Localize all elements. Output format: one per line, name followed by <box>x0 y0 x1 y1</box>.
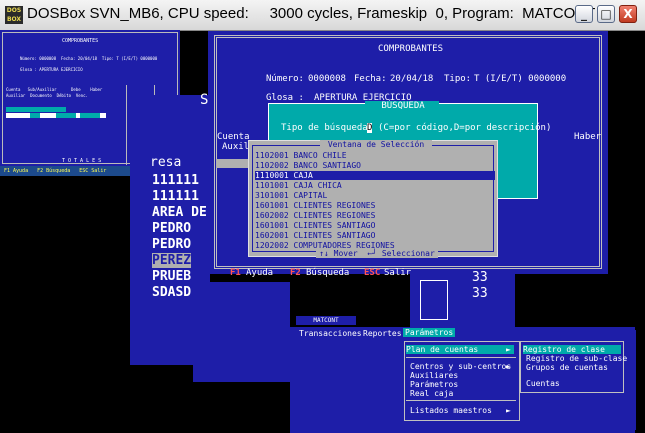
menu-window-edge <box>632 330 636 430</box>
busqueda-prompt: Tipo de búsqueda: <box>281 123 374 133</box>
list-item[interactable]: PRUEB <box>152 269 191 284</box>
submenu-auxiliares[interactable]: Auxiliares <box>410 371 458 380</box>
seleccion-row-selected[interactable]: 1110001 CAJA <box>255 171 495 180</box>
menu-bar: Transacciones Reportes Parámetros <box>295 328 625 338</box>
fecha-label: Fecha: <box>354 74 387 84</box>
submenu-divider <box>406 357 516 358</box>
list-item-selected[interactable]: PEREZ <box>152 253 192 268</box>
f2-key: F2 <box>290 268 301 278</box>
small-window-title: COMPROBANTES <box>62 38 99 44</box>
close-button[interactable]: X <box>619 5 637 23</box>
f2-label[interactable]: Búsqueda <box>306 268 349 278</box>
auxil-column-label: Auxil <box>222 142 250 152</box>
haber-column-label: Haber <box>574 132 602 142</box>
small-window-header-line: Número: 0000008 Fecha: 20/04/18 Tipo: T … <box>20 56 158 61</box>
menu-transacciones[interactable]: Transacciones <box>299 329 362 338</box>
submenu-plan-de-cuentas[interactable]: Plan de cuentas <box>406 345 514 354</box>
seleccion-row[interactable]: 1601001 CLIENTES SANTIAGO <box>255 221 495 230</box>
submenu2-grupos[interactable]: Grupos de cuentas <box>526 363 608 372</box>
list-item[interactable]: 111111 <box>152 173 199 188</box>
list-item[interactable]: PEDRO <box>152 237 191 252</box>
window-title: DOSBox SVN_MB6, CPU speed: 3000 cycles, … <box>27 5 596 22</box>
submenu2-cuentas[interactable]: Cuentas <box>526 379 560 388</box>
submenu-arrow-icon: ► <box>506 362 511 371</box>
list-item[interactable]: SDASD <box>152 285 191 300</box>
submenu2-registro-subclase[interactable]: Registro de sub-clase <box>526 354 627 363</box>
small-window-col-headers: Cuenta Sub/Auxiliar Debe Haber <box>6 87 103 92</box>
maximize-button[interactable]: □ <box>597 5 615 23</box>
seleccion-row[interactable]: 1102002 BANCO SANTIAGO <box>255 161 495 170</box>
submenu-arrow-icon: ► <box>506 345 511 354</box>
fecha-value[interactable]: 20/04/18 <box>390 74 433 84</box>
small-window-divider <box>126 85 127 165</box>
numero-label: Número: <box>266 74 304 84</box>
small-window-footer: F1 Ayuda F2 Búsqueda ESC Salir <box>4 168 107 174</box>
seleccion-title: Ventana de Selección <box>320 140 432 149</box>
background-panel <box>193 282 290 382</box>
submenu-real-caja[interactable]: Real caja <box>410 389 453 398</box>
tipo-value[interactable]: T (I/E/T) 0000000 <box>474 74 566 84</box>
f1-key: F1 <box>230 268 241 278</box>
submenu-listados[interactable]: Listados maestros <box>410 406 492 415</box>
list-item[interactable]: AREA DE <box>152 205 207 220</box>
number-value: 33 <box>472 270 488 285</box>
small-window-cursor-cell <box>30 113 40 118</box>
busqueda-hint: (C=por código,D=por descripción) <box>378 123 552 133</box>
small-window-totals: T O T A L E S <box>62 158 102 164</box>
mini-box <box>420 280 448 320</box>
esc-label[interactable]: Salir <box>384 268 411 278</box>
busqueda-title: BÚSQUEDA <box>381 101 425 111</box>
list-partial-label: resa <box>150 155 182 170</box>
submenu-arrow-icon: ► <box>506 406 511 415</box>
list-item[interactable]: 111111 <box>152 189 199 204</box>
small-window-cell <box>80 113 100 118</box>
menu-parametros[interactable]: Parámetros <box>403 328 456 337</box>
seleccion-row[interactable]: 1601001 CLIENTES REGIONES <box>255 201 495 210</box>
comprobantes-title: COMPROBANTES <box>378 44 444 54</box>
submenu-divider <box>406 400 516 401</box>
busqueda-type-input[interactable]: D <box>367 123 373 133</box>
esc-key: ESC <box>364 268 381 278</box>
submenu2-registro-clase[interactable]: Registro de clase <box>523 345 621 354</box>
seleccion-row[interactable]: 3101001 CAPITAL <box>255 191 495 200</box>
menu-reportes[interactable]: Reportes <box>363 329 402 338</box>
list-item[interactable]: PEDRO <box>152 221 191 236</box>
minimize-button[interactable]: _ <box>575 5 593 23</box>
seleccion-row[interactable]: 1102001 BANCO CHILE <box>255 151 495 160</box>
small-window-glosa: Glosa : APERTURA EJERCICIO <box>20 67 83 72</box>
menu-badge: MATCONT <box>296 316 356 325</box>
number-value: 33 <box>472 286 488 301</box>
f1-label[interactable]: Ayuda <box>246 268 273 278</box>
submenu-parametros[interactable]: Parámetros <box>410 380 458 389</box>
window-title-bar: DOS BOX DOSBox SVN_MB6, CPU speed: 3000 … <box>0 0 645 31</box>
small-window-active-row[interactable] <box>6 107 66 112</box>
seleccion-row[interactable]: 1602001 CLIENTES SANTIAGO <box>255 231 495 240</box>
seleccion-footer: ↑↓ Mover ←┘ Seleccionar <box>316 249 438 258</box>
dosbox-app-icon[interactable]: DOS BOX <box>5 6 23 24</box>
tipo-label: Tipo: <box>444 74 472 84</box>
numero-value[interactable]: 0000008 <box>308 74 346 84</box>
cuenta-column-label: Cuenta <box>217 132 250 142</box>
small-window-cell <box>56 113 76 118</box>
submenu-centros[interactable]: Centros y sub-centros <box>410 362 511 371</box>
seleccion-row[interactable]: 1101001 CAJA CHICA <box>255 181 495 190</box>
seleccion-row[interactable]: 1602002 CLIENTES REGIONES <box>255 211 495 220</box>
small-window-col-headers-2: Auxiliar Documento Débito Venc. <box>6 93 88 98</box>
